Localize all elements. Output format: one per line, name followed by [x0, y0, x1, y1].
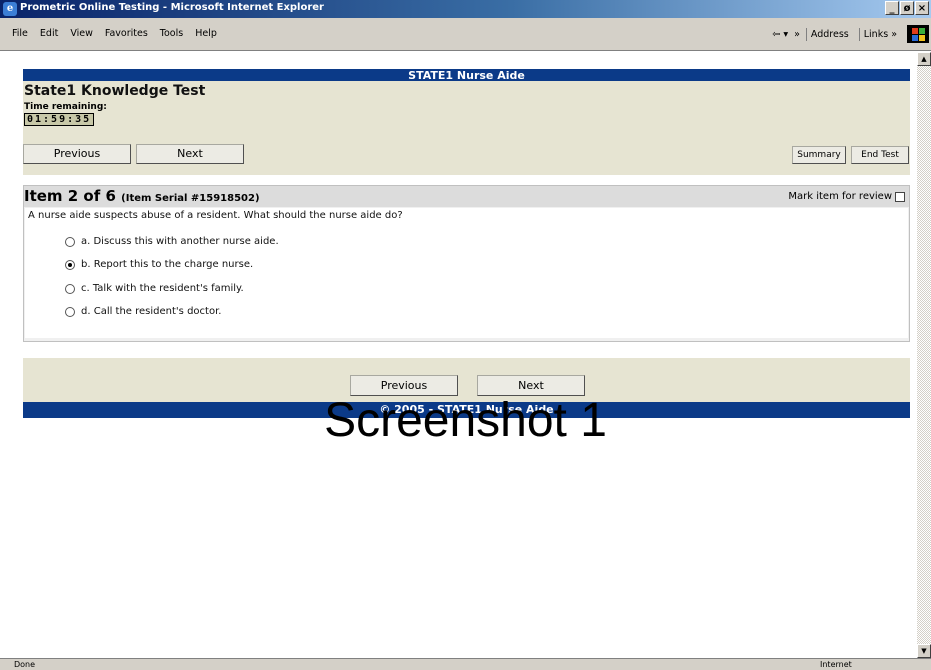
answer-option-b[interactable]: b. Report this to the charge nurse. [65, 259, 253, 270]
menu-list: File Edit View Favorites Tools Help [6, 28, 223, 39]
page-content: STATE1 Nurse Aide State1 Knowledge Test … [0, 52, 917, 658]
question-item-panel: Item 2 of 6 (Item Serial #15918502) Mark… [23, 185, 910, 342]
answer-option-d[interactable]: d. Call the resident's doctor. [65, 306, 221, 317]
window-title-bar: e Prometric Online Testing - Microsoft I… [0, 0, 931, 18]
menu-edit[interactable]: Edit [34, 28, 64, 39]
window-controls: _ ø × [885, 1, 929, 15]
item-header: Item 2 of 6 (Item Serial #15918502) Mark… [24, 186, 909, 207]
radio-option-b[interactable] [65, 259, 75, 270]
minimize-button[interactable]: _ [885, 1, 899, 15]
menu-view[interactable]: View [64, 28, 99, 39]
menu-tools[interactable]: Tools [154, 28, 189, 39]
item-number: Item 2 of 6 [24, 187, 116, 205]
end-test-button[interactable]: End Test [851, 146, 909, 164]
back-button[interactable]: ⇦ ▾ [772, 29, 788, 40]
scroll-up-arrow-icon[interactable]: ▲ [917, 52, 931, 66]
option-b-label: b. Report this to the charge nurse. [81, 259, 254, 270]
radio-option-a[interactable] [65, 236, 75, 247]
vertical-scrollbar[interactable]: ▲ ▼ [917, 52, 931, 658]
menu-favorites[interactable]: Favorites [99, 28, 154, 39]
countdown-timer: 01:59:35 [24, 113, 95, 126]
mark-review-checkbox[interactable] [895, 191, 905, 202]
menu-file[interactable]: File [6, 28, 34, 39]
question-text: A nurse aide suspects abuse of a residen… [28, 210, 403, 221]
radio-option-c[interactable] [65, 283, 75, 294]
window-title: Prometric Online Testing - Microsoft Int… [20, 2, 324, 13]
security-zone-label: Internet [820, 660, 852, 669]
address-button[interactable]: Address [805, 27, 853, 41]
screenshot-caption: Screenshot 1 [324, 394, 607, 447]
previous-button[interactable]: Previous [23, 144, 131, 164]
menu-bar: File Edit View Favorites Tools Help ⇦ ▾ … [0, 18, 931, 51]
option-c-label: c. Talk with the resident's family. [81, 283, 244, 294]
status-text: Done [14, 660, 36, 669]
status-bar: Done Internet [0, 658, 931, 670]
time-remaining-label: Time remaining: [24, 102, 107, 112]
mark-review-label: Mark item for review [788, 191, 892, 202]
option-a-label: a. Discuss this with another nurse aide. [81, 236, 279, 247]
test-title: State1 Knowledge Test [24, 83, 206, 99]
item-title: Item 2 of 6 (Item Serial #15918502) [24, 187, 260, 205]
summary-button[interactable]: Summary [792, 146, 846, 164]
next-button[interactable]: Next [136, 144, 244, 164]
scroll-down-arrow-icon[interactable]: ▼ [917, 644, 931, 658]
links-label: Links [863, 28, 889, 40]
windows-logo-icon [907, 25, 929, 43]
answer-option-a[interactable]: a. Discuss this with another nurse aide. [65, 236, 279, 247]
close-button[interactable]: × [915, 1, 929, 15]
internet-explorer-icon: e [3, 2, 17, 16]
links-button[interactable]: Links » [858, 27, 901, 41]
links-more-glyph: » [891, 28, 897, 40]
item-body: A nurse aide suspects abuse of a residen… [25, 208, 908, 338]
menu-help[interactable]: Help [189, 28, 223, 39]
answer-option-c[interactable]: c. Talk with the resident's family. [65, 283, 244, 294]
mark-review-control[interactable]: Mark item for review [788, 191, 905, 202]
exam-header-panel: State1 Knowledge Test Time remaining: 01… [23, 81, 910, 175]
radio-option-d[interactable] [65, 306, 75, 317]
option-d-label: d. Call the resident's doctor. [81, 306, 222, 317]
toolbar-more-button[interactable]: » [794, 29, 800, 40]
toolbar-right: ⇦ ▾ » Address Links » [772, 25, 929, 43]
item-serial: (Item Serial #15918502) [121, 193, 260, 204]
maximize-button[interactable]: ø [900, 1, 914, 15]
